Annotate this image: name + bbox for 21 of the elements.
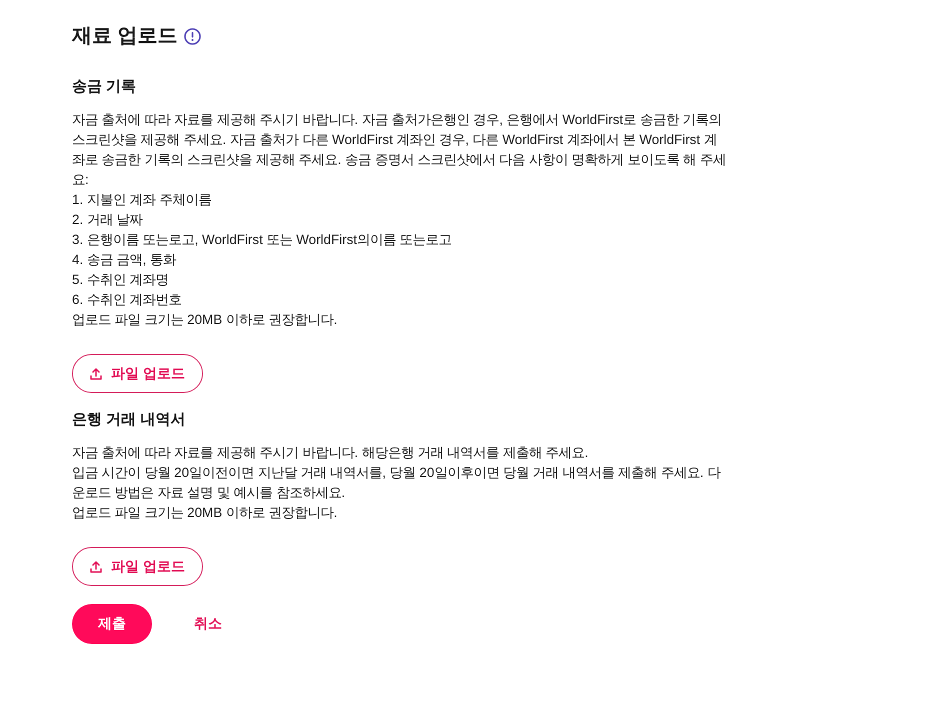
info-icon[interactable] [184,28,201,44]
section-heading: 은행 거래 내역서 [72,410,186,430]
upload-icon [90,560,102,572]
description-text: 자금 출처에 따라 자료를 제공해 주시기 바랍니다. 자금 출처가은행인 경우, 은행에서 WorldFirst로 송금한 기록의 스크린샷을 제공해 주세요. 자금 출처가 다른 WorldFirst 계좌인 경우, 다른 WorldFirst 계좌에서 본 WorldFirst 계좌로 송금한 기록의 스크린샷을 제공해 주세요. 송금 증명서 스크린샷에서 다음 사항이 명확하게 보이도록 해 주세요: [72,111,727,189]
submit-button[interactable]: 제출 [72,604,152,644]
description-text: 입금 시간이 당월 20일이전이면 지난달 거래 내역서를, 당월 20일이후이면 당월 거래 내역서를 제출해 주세요. 다운로드 방법은 자료 설명 및 예시를 참조하세요. [72,464,722,502]
description-text: 3. 은행이름 또는로고, WorldFirst 또는 WorldFirst의이름 또는로고 [72,231,453,249]
description-text: 1. 지불인 계좌 주체이름 [72,191,212,209]
upload-icon [90,368,102,380]
section-heading: 송금 기록 [72,77,136,97]
description-text: 업로드 파일 크기는 20MB 이하로 권장합니다. [72,504,338,522]
description-text: 2. 거래 날짜 [72,211,144,229]
description-text: 6. 수취인 계좌번호 [72,291,183,309]
file-upload-button[interactable]: 파일 업로드 [72,547,203,586]
cancel-button[interactable]: 취소 [168,604,248,644]
description-text: 5. 수취인 계좌명 [72,271,170,289]
description-text: 업로드 파일 크기는 20MB 이하로 권장합니다. [72,311,338,329]
file-upload-button[interactable]: 파일 업로드 [72,354,203,393]
description-text: 4. 송금 금액, 통화 [72,251,178,269]
page-title: 재료 업로드 [72,24,178,49]
description-text: 자금 출처에 따라 자료를 제공해 주시기 바랍니다. 해당은행 거래 내역서를 제출해 주세요. [72,444,590,462]
